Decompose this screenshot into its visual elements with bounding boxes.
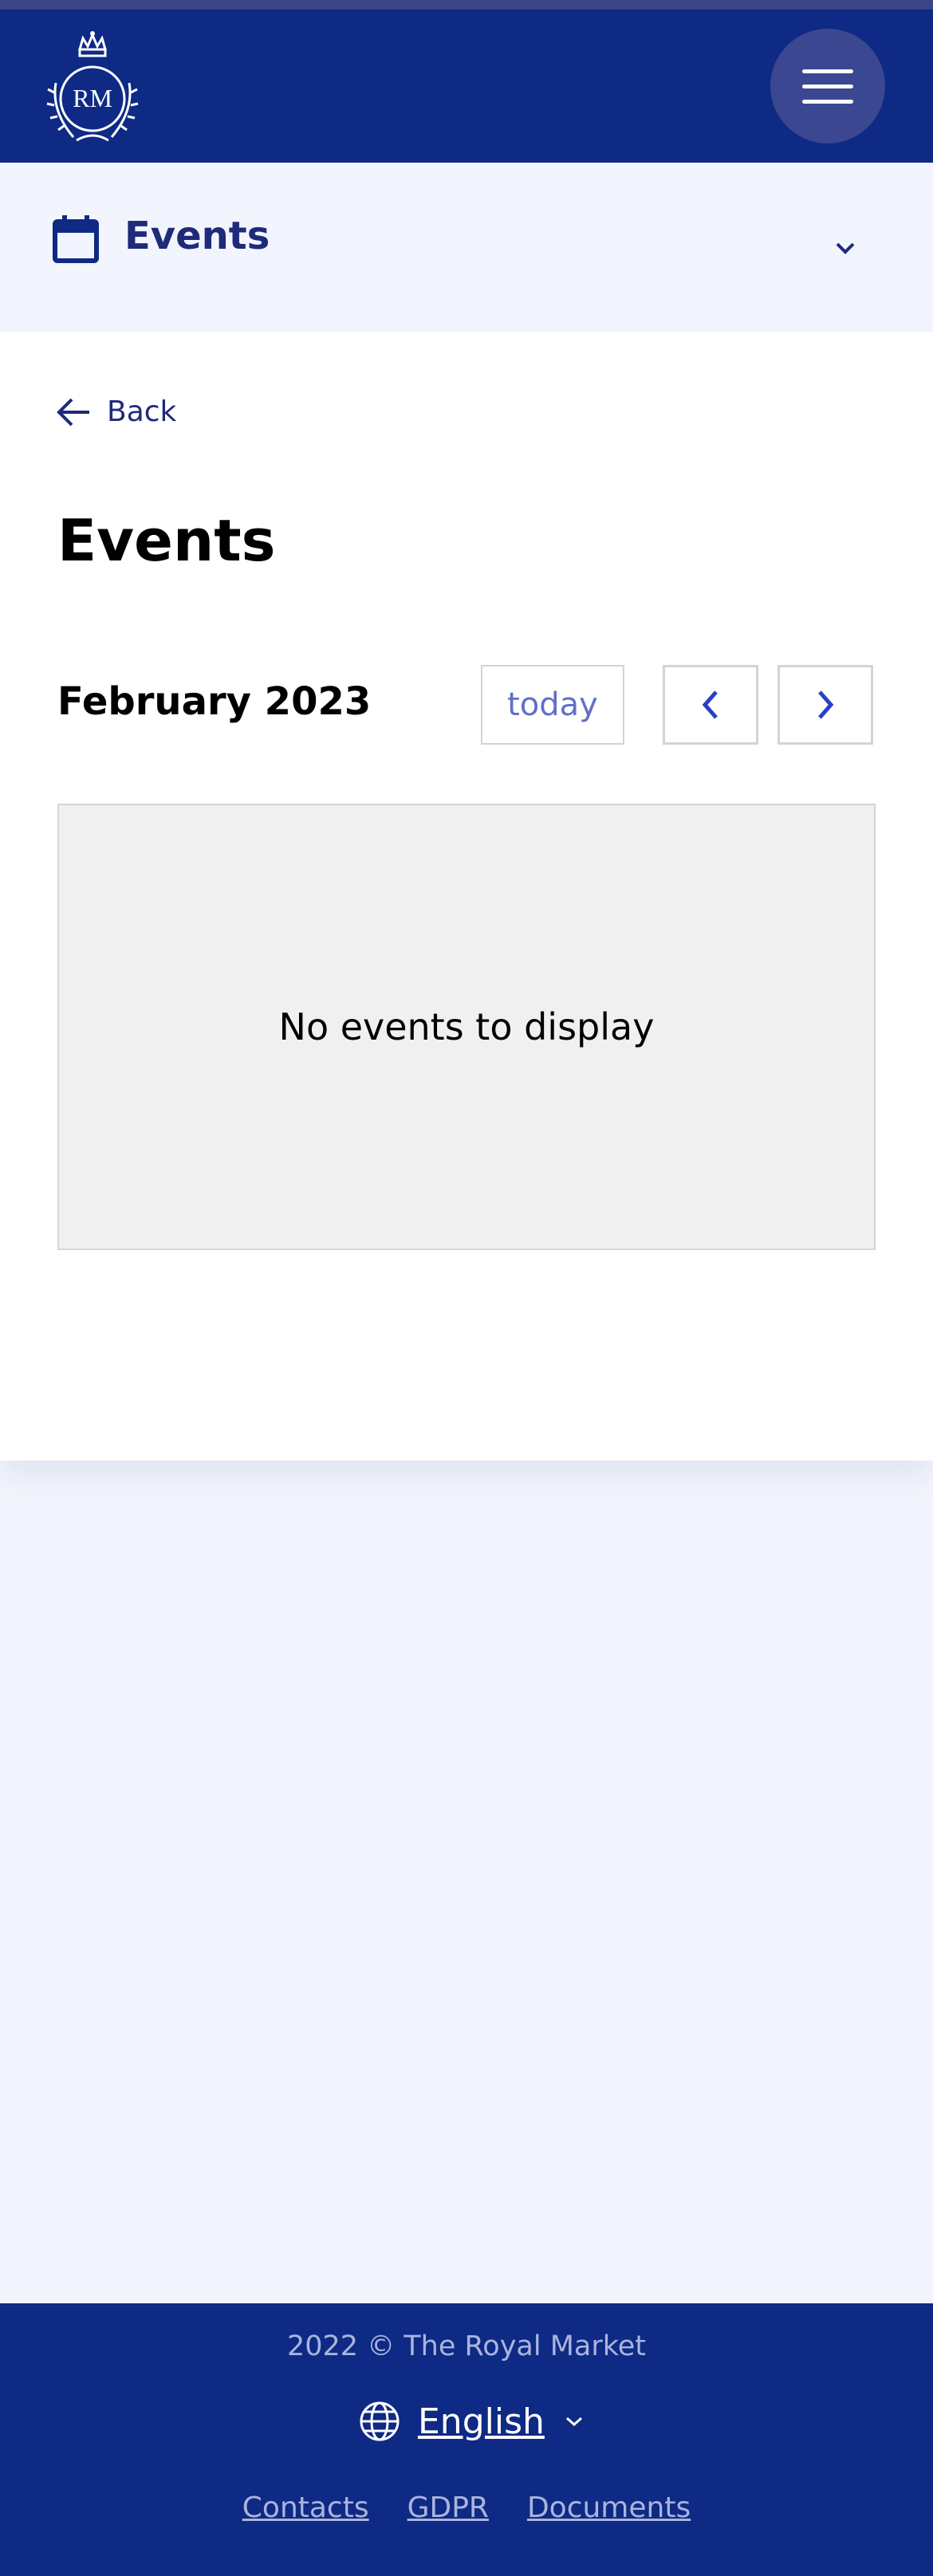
hamburger-icon-bar: [802, 84, 853, 88]
footer: 2022 © The Royal Market English Contacts…: [0, 2303, 933, 2576]
hamburger-icon-bar: [802, 69, 853, 73]
svg-text:RM: RM: [73, 84, 112, 112]
section-title: Events: [124, 214, 270, 258]
prev-month-button[interactable]: [663, 665, 758, 745]
section-selector[interactable]: Events: [0, 163, 933, 332]
calendar-icon: [53, 215, 99, 263]
hamburger-icon-bar: [802, 99, 853, 104]
copyright-text: 2022 © The Royal Market: [286, 2330, 647, 2362]
today-button[interactable]: today: [481, 665, 624, 745]
footer-link-contacts[interactable]: Contacts: [242, 2491, 369, 2524]
chevron-down-icon[interactable]: [829, 236, 861, 258]
chevron-down-icon: [565, 2417, 582, 2427]
page-title: Events: [57, 507, 276, 574]
next-month-button[interactable]: [778, 665, 873, 745]
calendar-month-label: February 2023: [57, 679, 372, 724]
footer-link-documents[interactable]: Documents: [527, 2491, 691, 2524]
footer-links: Contacts GDPR Documents: [0, 2491, 933, 2524]
back-link[interactable]: Back: [56, 395, 176, 428]
top-header: RM: [0, 0, 933, 163]
arrow-left-icon: [57, 398, 89, 426]
language-label: English: [418, 2401, 545, 2442]
globe-icon: [360, 2401, 400, 2441]
chevron-left-icon: [702, 690, 718, 719]
footer-link-gdpr[interactable]: GDPR: [407, 2491, 489, 2524]
royal-market-logo[interactable]: RM: [45, 27, 140, 151]
main-content: Back Events February 2023 today No event…: [0, 332, 933, 1461]
events-list-empty: No events to display: [57, 804, 876, 1250]
menu-button[interactable]: [770, 29, 885, 144]
language-selector[interactable]: English: [359, 2401, 586, 2442]
empty-message: No events to display: [278, 1005, 655, 1048]
chevron-right-icon: [818, 690, 834, 719]
back-label: Back: [107, 395, 177, 428]
